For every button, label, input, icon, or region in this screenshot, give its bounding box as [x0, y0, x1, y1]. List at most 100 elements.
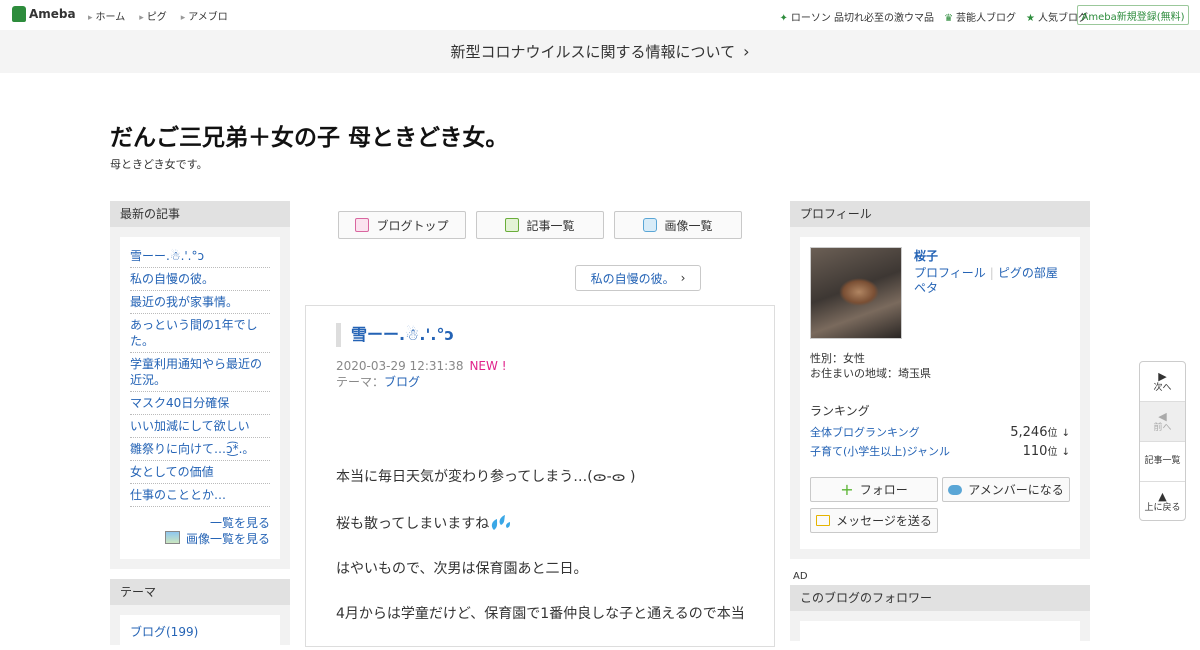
profile-avatar[interactable] — [810, 247, 902, 339]
article-title[interactable]: 雪ーー.☃.'.°ↄ — [336, 323, 454, 347]
plus-icon: + — [840, 479, 854, 499]
followers-box — [790, 611, 1090, 641]
recent-post-link[interactable]: 雪ーー.☃.'.°ↄ — [130, 249, 204, 263]
profile-link[interactable]: プロフィール — [914, 266, 986, 280]
sparkle-icon: ✦ — [779, 13, 788, 24]
recent-post-link[interactable]: 私の自慢の彼。 — [130, 272, 214, 286]
recent-post-item[interactable]: 女としての価値 — [130, 461, 270, 484]
ranking-unit: 位 — [1047, 428, 1058, 439]
ranking-overall-value: 5,246位 ↓ — [1010, 424, 1070, 440]
recent-post-item[interactable]: いい加減にして欲しい — [130, 415, 270, 438]
recent-post-link[interactable]: あっという間の1年でした。 — [130, 318, 258, 348]
theme-link[interactable]: ブログ(199) — [130, 625, 198, 639]
recent-posts-box: 雪ーー.☃.'.°ↄ 私の自慢の彼。 最近の我が家事情。 あっという間の1年でし… — [110, 227, 290, 569]
star-icon: ★ — [1026, 13, 1035, 24]
previous-post-label: 私の自慢の彼。 — [590, 271, 675, 286]
profile-box: 桜子 プロフィール | ピグの部屋 ペタ 性別：女性 お住まいの地域：埼玉県 ランキ… — [790, 227, 1090, 559]
recent-post-item[interactable]: 私の自慢の彼。 — [130, 268, 270, 291]
post-list-float-button[interactable]: 記事一覧 — [1140, 442, 1185, 482]
play-left-icon: ◀ — [1158, 409, 1167, 423]
blog-description: 母ときどき女です。 — [110, 158, 208, 171]
covid-notice-text: 新型コロナウイルスに関する情報について — [450, 43, 736, 61]
featured-link-celebrity-label: 芸能人ブログ — [956, 13, 1017, 24]
next-post-button[interactable]: ▶ 次へ — [1140, 362, 1185, 402]
prev-label: 前へ — [1153, 422, 1172, 433]
post-list-button[interactable]: 記事一覧 — [476, 211, 604, 239]
profile-gender: 性別：女性 — [810, 352, 865, 365]
article-paragraph: 4月からは学童だけど、保育園で1番仲良しな子と通えるので本当 — [336, 606, 745, 622]
article: 雪ーー.☃.'.°ↄ 2020-03-29 12:31:38 NEW ! テーマ：… — [305, 305, 775, 647]
blog-top-button[interactable]: ブログトップ — [338, 211, 466, 239]
signup-button[interactable]: Ameba新規登録(無料) — [1077, 5, 1189, 25]
back-to-top-button[interactable]: ▲ 上に戻る — [1140, 482, 1185, 521]
global-nav: ホーム ピグ アメブロ — [88, 8, 228, 23]
peta-link[interactable]: ペタ — [914, 281, 938, 295]
ameba-logo[interactable]: Ameba — [12, 6, 76, 22]
recent-posts-heading: 最新の記事 — [110, 201, 290, 227]
previous-post-button[interactable]: 私の自慢の彼。 › — [575, 265, 701, 291]
nav-pigg[interactable]: ピグ — [139, 8, 167, 23]
recent-post-item[interactable]: 雪ーー.☃.'.°ↄ — [130, 245, 270, 268]
view-all-images-link[interactable]: 画像一覧を見る — [186, 532, 270, 546]
crown-icon: ♛ — [944, 13, 954, 24]
nav-ameblo[interactable]: アメブロ — [181, 8, 228, 23]
new-badge: NEW ! — [469, 359, 507, 373]
envelope-icon — [816, 515, 831, 526]
ranking-overall-link[interactable]: 全体ブログランキング — [810, 424, 920, 440]
recent-post-item[interactable]: 学童利用通知やら最近の近況。 — [130, 353, 270, 392]
post-list-label: 記事一覧 — [526, 218, 575, 233]
recent-post-item[interactable]: マスク40日分確保 — [130, 392, 270, 415]
article-theme-link[interactable]: ブログ — [384, 375, 420, 389]
image-list-label: 画像一覧 — [664, 218, 713, 233]
follow-button[interactable]: + フォロー — [810, 477, 938, 502]
recent-post-link[interactable]: マスク40日分確保 — [130, 396, 229, 410]
featured-link-lawson-label: ローソン 品切れ必至の激ウマ品 — [790, 13, 935, 24]
amember-button-label: アメンバーになる — [968, 483, 1064, 497]
ranking-genre-value: 110位 ↓ — [1023, 443, 1070, 459]
ranking-genre-link[interactable]: 子育て(小学生以上)ジャンル — [810, 443, 950, 459]
article-paragraph: 本当に毎日天気が変わり参ってしまう…(ᯣ-ᯣ ) — [336, 469, 636, 485]
triangle-up-icon: ▲ — [1158, 489, 1167, 503]
amember-button[interactable]: アメンバーになる — [942, 477, 1070, 502]
blog-title[interactable]: だんご三兄弟＋女の子 母ときどき女。 — [110, 118, 508, 152]
recent-post-item[interactable]: あっという間の1年でした。 — [130, 314, 270, 353]
recent-post-link[interactable]: 雛祭りに向けて…ↄ͜͡*.。 — [130, 442, 254, 456]
featured-link-celebrity[interactable]: ♛ 芸能人ブログ — [944, 9, 1016, 24]
ad-label: AD — [793, 571, 808, 582]
ranking-overall-number: 5,246 — [1010, 425, 1048, 440]
ranking-genre-number: 110 — [1022, 444, 1048, 459]
image-list-button[interactable]: 画像一覧 — [614, 211, 742, 239]
featured-link-lawson[interactable]: ✦ ローソン 品切れ必至の激ウマ品 — [779, 9, 934, 24]
next-label: 次へ — [1153, 382, 1172, 393]
image-gallery-icon — [164, 531, 180, 544]
prev-post-button[interactable]: ◀ 前へ — [1140, 402, 1185, 442]
theme-heading: テーマ — [110, 579, 290, 605]
pigg-room-link[interactable]: ピグの部屋 — [998, 266, 1058, 280]
recent-post-link[interactable]: 学童利用通知やら最近の近況。 — [130, 357, 262, 387]
profile-heading: プロフィール — [790, 201, 1090, 227]
covid-notice-banner[interactable]: 新型コロナウイルスに関する情報について › — [0, 30, 1200, 73]
recent-post-link[interactable]: 女としての価値 — [130, 465, 214, 479]
recent-post-link[interactable]: 最近の我が家事情。 — [130, 295, 238, 309]
recent-post-link[interactable]: 仕事のこととか… — [130, 488, 226, 502]
back-to-top-label: 上に戻る — [1144, 502, 1181, 513]
article-datetime: 2020-03-29 12:31:38 — [336, 359, 464, 373]
header-featured-links: ✦ ローソン 品切れ必至の激ウマ品 ♛ 芸能人ブログ ★ 人気ブログ — [779, 9, 1088, 24]
article-body: 本当に毎日天気が変わり参ってしまう…(ᯣ-ᯣ ) 桜も散ってしまいますね はやい… — [336, 468, 751, 650]
document-icon — [355, 218, 370, 232]
recent-post-item[interactable]: 最近の我が家事情。 — [130, 291, 270, 314]
ranking-row-overall: 全体ブログランキング 5,246位 ↓ — [810, 424, 1070, 440]
play-right-icon: ▶ — [1158, 369, 1167, 383]
view-all-posts-link[interactable]: 一覧を見る — [210, 516, 270, 530]
send-message-label: メッセージを送る — [836, 514, 932, 528]
article-meta: 2020-03-29 12:31:38 NEW ! テーマ：ブログ — [336, 358, 507, 390]
send-message-button[interactable]: メッセージを送る — [810, 508, 938, 533]
nav-home[interactable]: ホーム — [88, 8, 126, 23]
profile-name[interactable]: 桜子 — [914, 247, 938, 264]
recent-post-item[interactable]: 仕事のこととか… — [130, 484, 270, 507]
recent-post-item[interactable]: 雛祭りに向けて…ↄ͜͡*.。 — [130, 438, 270, 461]
floating-post-nav: ▶ 次へ ◀ 前へ 記事一覧 ▲ 上に戻る — [1139, 361, 1186, 521]
article-paragraph-with-emoji: 桜も散ってしまいますね — [336, 513, 751, 533]
recent-post-link[interactable]: いい加減にして欲しい — [130, 419, 250, 433]
followers-heading: このブログのフォロワー — [790, 585, 1090, 611]
